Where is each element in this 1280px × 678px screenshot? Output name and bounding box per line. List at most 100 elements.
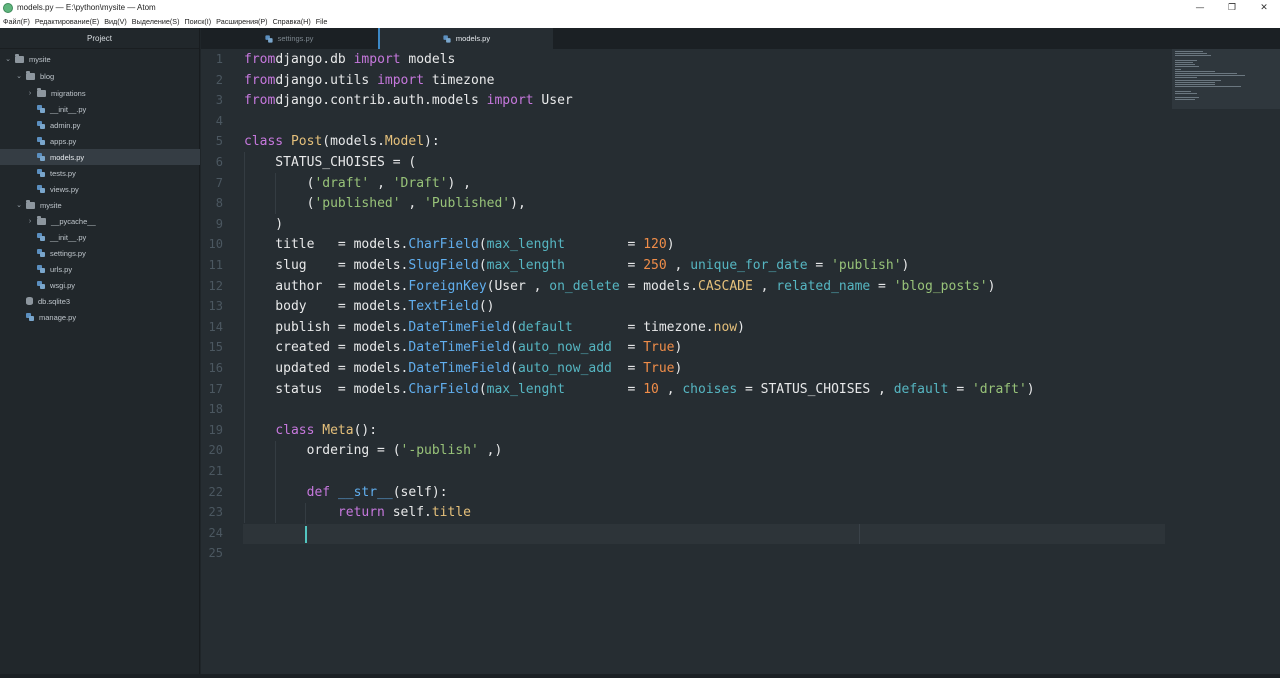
- code-line[interactable]: slug = models.SlugField(max_length = 250…: [244, 255, 909, 276]
- code-line[interactable]: return self.title: [244, 502, 471, 523]
- python-file-icon: [26, 313, 34, 321]
- line-number: 4: [215, 113, 223, 128]
- tree-file-models[interactable]: models.py: [0, 149, 200, 165]
- tree-item-label: __init__.py: [50, 232, 87, 242]
- line-number: 20: [208, 443, 223, 458]
- code-line[interactable]: class Post(models.Model):: [244, 131, 440, 152]
- python-file-icon: [37, 121, 45, 129]
- folder-icon: [15, 53, 24, 63]
- code-line[interactable]: def __str__(self):: [244, 482, 448, 503]
- code-line[interactable]: ('published' , 'Published'),: [244, 193, 526, 214]
- minimap-line: [1175, 97, 1199, 99]
- menu-file-extra[interactable]: File: [316, 17, 328, 26]
- tree-file-init-mysite[interactable]: __init__.py: [0, 229, 200, 245]
- code-line[interactable]: publish = models.DateTimeField(default =…: [244, 317, 745, 338]
- minimap-line: [1175, 53, 1207, 55]
- tree-item-label: settings.py: [50, 248, 86, 258]
- python-file-icon: [37, 265, 45, 273]
- atom-logo-icon: [3, 2, 13, 13]
- tree-folder-pycache[interactable]: › __pycache__: [0, 213, 200, 229]
- python-file-icon: [37, 169, 45, 177]
- code-line[interactable]: ordering = ('-publish' ,): [244, 440, 503, 461]
- tree-file-apps[interactable]: apps.py: [0, 133, 200, 149]
- code-line[interactable]: title = models.CharField(max_lenght = 12…: [244, 234, 674, 255]
- line-number-gutter: 1 2 3 4 5 6 7 8 9 10 11 12 13 14 15 16 1…: [201, 49, 237, 674]
- code-line[interactable]: ('draft' , 'Draft') ,: [244, 173, 471, 194]
- line-number: 16: [208, 361, 223, 375]
- line-number: 6: [215, 155, 223, 169]
- code-line[interactable]: body = models.TextField(): [244, 296, 494, 317]
- menu-bar: Файл(F) Редактирование(E) Вид(V) Выделен…: [0, 15, 1280, 28]
- tree-item-label: tests.py: [50, 168, 76, 178]
- code-line[interactable]: ): [244, 214, 283, 235]
- code-line[interactable]: author = models.ForeignKey(User , on_del…: [244, 276, 995, 297]
- code-line[interactable]: status = models.CharField(max_lenght = 1…: [244, 379, 1034, 400]
- line-number: 12: [208, 278, 223, 293]
- tree-file-admin[interactable]: admin.py: [0, 117, 200, 133]
- tree-file-views[interactable]: views.py: [0, 181, 200, 197]
- folder-icon: [37, 215, 46, 225]
- menu-help[interactable]: Справка(H): [273, 17, 311, 26]
- close-button[interactable]: ✕: [1248, 0, 1280, 15]
- python-file-icon: [264, 34, 273, 43]
- menu-edit[interactable]: Редактирование(E): [35, 17, 99, 26]
- tree-folder-mysite-inner[interactable]: ⌄ mysite: [0, 197, 200, 213]
- title-bar: models.py — E:\python\mysite — Atom — ❐ …: [0, 0, 1280, 15]
- tree-file-manage[interactable]: manage.py: [0, 309, 200, 325]
- tree-file-init[interactable]: __init__.py: [0, 101, 200, 117]
- python-file-icon: [37, 233, 45, 241]
- tab-label: models.py: [455, 34, 491, 43]
- menu-packages[interactable]: Расширения(P): [216, 17, 267, 26]
- line-number: 8: [215, 196, 223, 211]
- tab-settings-py[interactable]: settings.py: [201, 28, 377, 49]
- code-line[interactable]: fromdjango.contrib.auth.models import Us…: [244, 90, 573, 111]
- maximize-button[interactable]: ❐: [1216, 0, 1248, 15]
- minimap-line: [1175, 73, 1237, 74]
- minimap-line: [1175, 62, 1193, 63]
- minimap-line: [1175, 86, 1241, 88]
- tree-item-label: views.py: [50, 184, 79, 194]
- code-line[interactable]: created = models.DateTimeField(auto_now_…: [244, 337, 682, 358]
- code-line[interactable]: updated = models.DateTimeField(auto_now_…: [244, 358, 682, 379]
- code-line[interactable]: fromdjango.utils import timezone: [244, 70, 494, 91]
- minimap-line: [1175, 84, 1215, 85]
- database-file-icon: [26, 297, 33, 305]
- menu-find[interactable]: Поиск(I): [184, 17, 211, 26]
- tree-folder-blog[interactable]: ⌄ blog: [0, 68, 200, 84]
- tree-item-label: db.sqlite3: [38, 296, 71, 306]
- tree-file-urls[interactable]: urls.py: [0, 261, 200, 277]
- line-number: 19: [208, 422, 223, 437]
- menu-selection[interactable]: Выделение(S): [132, 17, 180, 26]
- line-number: 3: [215, 93, 223, 108]
- tree-file-tests[interactable]: tests.py: [0, 165, 200, 181]
- python-file-icon: [443, 34, 451, 43]
- minimap-line: [1175, 64, 1195, 66]
- line-number: 11: [208, 258, 223, 272]
- python-file-icon: [37, 137, 45, 145]
- code-line[interactable]: fromdjango.db import models: [244, 49, 455, 70]
- menu-file[interactable]: Файл(F): [3, 17, 30, 26]
- tree-file-db[interactable]: db.sqlite3: [0, 293, 200, 309]
- folder-icon: [26, 199, 35, 209]
- minimap[interactable]: [1172, 49, 1280, 109]
- tree-folder-mysite[interactable]: ⌄ mysite: [0, 51, 200, 67]
- tree-file-settings[interactable]: settings.py: [0, 245, 200, 261]
- chevron-right-icon: ›: [28, 89, 32, 97]
- minimap-line: [1175, 75, 1245, 77]
- code-editor[interactable]: 1 2 3 4 5 6 7 8 9 10 11 12 13 14 15 16 1…: [201, 49, 1280, 674]
- code-line[interactable]: STATUS_CHOISES = (: [244, 152, 416, 173]
- tree-folder-migrations[interactable]: › migrations: [0, 85, 200, 101]
- chevron-down-icon: ⌄: [16, 202, 22, 209]
- line-number: 21: [208, 464, 223, 478]
- line-number: 14: [208, 319, 223, 334]
- menu-view[interactable]: Вид(V): [104, 17, 127, 26]
- minimap-line: [1175, 77, 1197, 79]
- line-number: 1: [215, 52, 223, 66]
- code-line[interactable]: class Meta():: [244, 420, 377, 441]
- tree-file-wsgi[interactable]: wsgi.py: [0, 277, 200, 293]
- minimize-button[interactable]: —: [1184, 0, 1216, 15]
- tree-item-label: blog: [40, 71, 55, 81]
- tree-item-label: urls.py: [50, 264, 73, 274]
- python-file-icon: [37, 105, 45, 113]
- tab-models-py[interactable]: models.py: [378, 28, 553, 49]
